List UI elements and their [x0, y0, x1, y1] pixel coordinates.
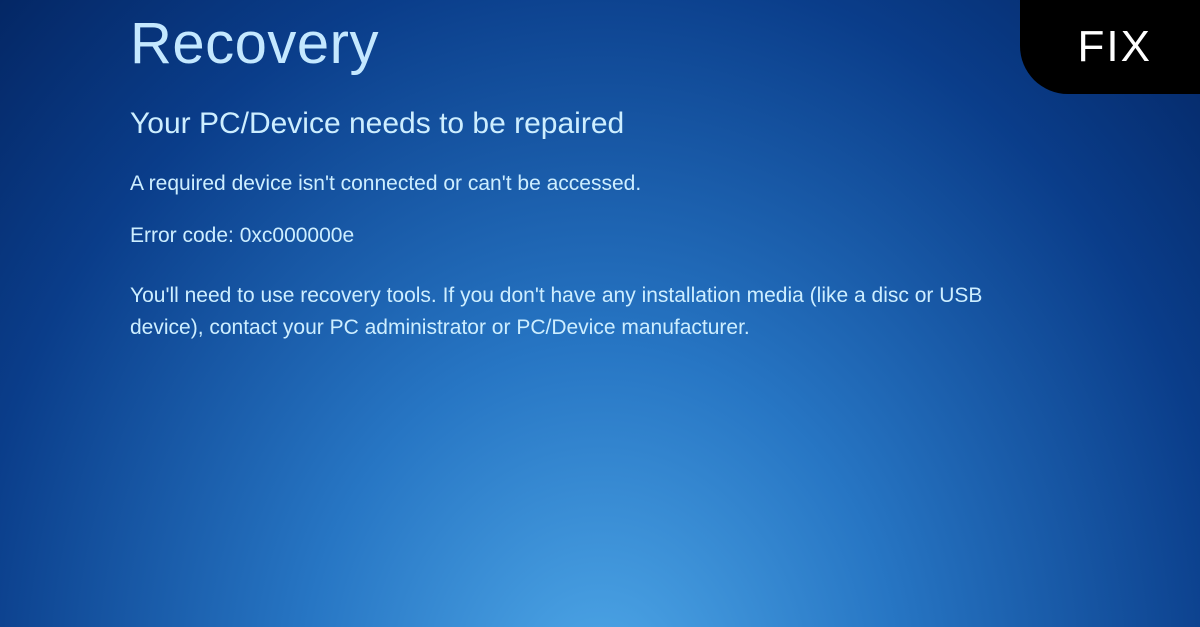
- recovery-screen: Recovery Your PC/Device needs to be repa…: [0, 0, 1000, 343]
- error-code: Error code: 0xc000000e: [130, 224, 1000, 248]
- recovery-title: Recovery: [130, 10, 1000, 77]
- recovery-instructions: You'll need to use recovery tools. If yo…: [130, 280, 1000, 343]
- fix-badge: FIX: [1020, 0, 1200, 94]
- recovery-subtitle: Your PC/Device needs to be repaired: [130, 107, 1000, 141]
- recovery-message: A required device isn't connected or can…: [130, 169, 1000, 198]
